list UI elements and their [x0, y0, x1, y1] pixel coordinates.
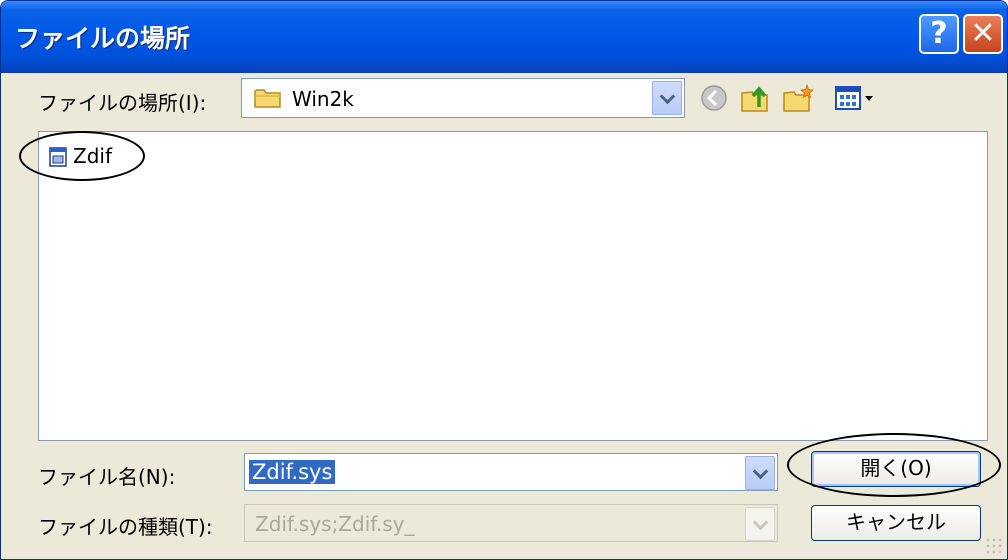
- close-button[interactable]: ✕: [963, 14, 1003, 54]
- look-in-combo[interactable]: Win2k: [241, 78, 685, 118]
- filename-input[interactable]: Zdif.sys: [244, 453, 778, 491]
- filename-dropdown-button[interactable]: [745, 456, 775, 490]
- window-title: ファイルの場所: [15, 24, 191, 53]
- help-button[interactable]: ?: [919, 14, 959, 54]
- view-menu-icon[interactable]: [833, 81, 877, 115]
- filetype-dropdown-button: [745, 507, 775, 541]
- filetype-value: Zdif.sys;Zdif.sy_: [255, 512, 415, 536]
- resize-grip[interactable]: [985, 537, 1003, 555]
- new-folder-icon[interactable]: [781, 81, 815, 115]
- highlight-circle: [787, 433, 1001, 497]
- look-in-label: ファイルの場所(I):: [38, 91, 207, 115]
- filename-value: Zdif.sys: [249, 460, 336, 484]
- cancel-button[interactable]: キャンセル: [811, 505, 981, 541]
- look-in-value: Win2k: [292, 87, 354, 111]
- folder-icon: [254, 89, 281, 108]
- filename-label: ファイル名(N):: [38, 465, 176, 489]
- filetype-label: ファイルの種類(T):: [38, 515, 213, 539]
- file-list[interactable]: Zdif: [38, 131, 988, 441]
- look-in-dropdown-button[interactable]: [652, 81, 682, 115]
- file-open-dialog: ファイルの場所 ? ✕ ファイルの場所(I): Win2k Zdif ファイル名…: [0, 0, 1008, 560]
- highlight-circle: [19, 131, 145, 181]
- title-bar[interactable]: ファイルの場所 ? ✕: [1, 1, 1007, 73]
- up-folder-icon[interactable]: [739, 81, 773, 115]
- filetype-select: Zdif.sys;Zdif.sy_: [244, 504, 778, 542]
- back-icon[interactable]: [697, 81, 731, 115]
